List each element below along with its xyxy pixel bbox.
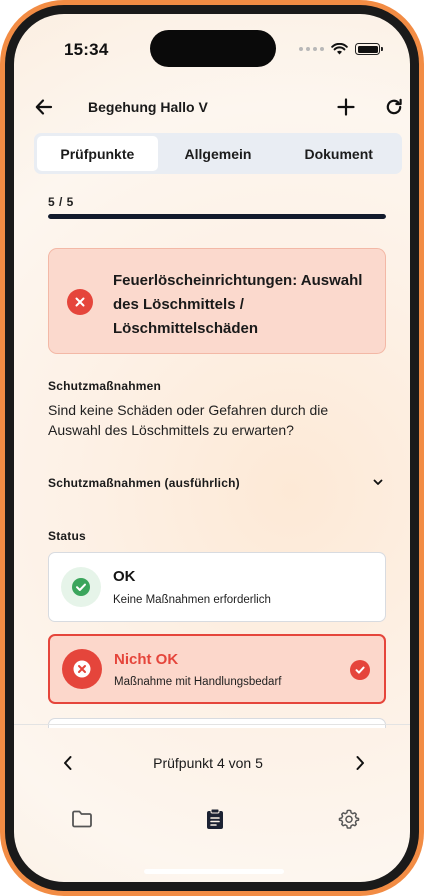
details-accordion[interactable]: Schutzmaßnahmen (ausführlich) bbox=[48, 470, 386, 496]
app-header: Begehung Hallo V bbox=[14, 89, 410, 125]
accordion-label: Schutzmaßnahmen (ausführlich) bbox=[48, 476, 240, 490]
arrow-left-icon bbox=[35, 99, 53, 115]
phone-bezel: 15:34 Begehung Hallo V Prüfpunkte Allgem… bbox=[5, 5, 419, 891]
clipboard-icon bbox=[207, 808, 223, 829]
progress-bar-fill bbox=[48, 214, 386, 219]
option-ok-description: Keine Maßnahmen erforderlich bbox=[113, 594, 271, 606]
battery-icon bbox=[355, 43, 383, 55]
selected-check-icon bbox=[350, 660, 370, 680]
tab-settings[interactable] bbox=[332, 802, 366, 836]
back-button[interactable] bbox=[28, 91, 60, 123]
folder-icon bbox=[72, 810, 92, 828]
tab-bar: Prüfpunkte Allgemein Dokument bbox=[34, 133, 402, 174]
status-time: 15:34 bbox=[64, 40, 109, 59]
tab-clipboard[interactable] bbox=[198, 802, 232, 836]
x-circle-icon bbox=[62, 649, 102, 689]
page-title: Begehung Hallo V bbox=[88, 99, 208, 115]
check-circle-icon bbox=[61, 567, 101, 607]
gear-icon bbox=[338, 809, 360, 829]
tab-allgemein[interactable]: Allgemein bbox=[158, 136, 279, 171]
wifi-icon bbox=[331, 43, 348, 55]
status-option-ok[interactable]: OK Keine Maßnahmen erforderlich bbox=[48, 552, 386, 622]
checkpoint-title: Feuerlöscheinrichtungen: Auswahl des Lös… bbox=[113, 272, 363, 337]
x-circle-icon bbox=[67, 289, 93, 315]
status-bar: 15:34 bbox=[14, 14, 410, 70]
home-indicator bbox=[144, 869, 284, 874]
signal-dots-icon bbox=[299, 47, 324, 51]
add-button[interactable] bbox=[330, 91, 362, 123]
tab-pruefpunkte[interactable]: Prüfpunkte bbox=[37, 136, 158, 171]
checkpoint-status-card: Feuerlöscheinrichtungen: Auswahl des Lös… bbox=[48, 248, 386, 354]
chevron-right-icon bbox=[356, 756, 364, 770]
tab-dokument[interactable]: Dokument bbox=[278, 136, 399, 171]
option-not-ok-description: Maßnahme mit Handlungsbedarf bbox=[114, 676, 282, 688]
progress-bar bbox=[48, 214, 386, 219]
chevron-down-icon bbox=[370, 474, 386, 490]
status-option-not-ok[interactable]: Nicht OK Maßnahme mit Handlungsbedarf bbox=[48, 634, 386, 704]
progress-counter: 5 / 5 bbox=[48, 195, 74, 209]
bottom-tab-bar bbox=[14, 802, 410, 842]
next-checkpoint-button[interactable] bbox=[344, 747, 376, 779]
dynamic-island bbox=[150, 30, 276, 67]
question-section-label: Schutzmaßnahmen bbox=[48, 379, 162, 393]
app-screen: 15:34 Begehung Hallo V Prüfpunkte Allgem… bbox=[14, 14, 410, 882]
status-icons bbox=[299, 43, 383, 55]
question-text: Sind keine Schäden oder Gefahren durch d… bbox=[48, 402, 329, 438]
refresh-button[interactable] bbox=[378, 91, 410, 123]
refresh-icon bbox=[386, 98, 402, 115]
phone-frame: 15:34 Begehung Hallo V Prüfpunkte Allgem… bbox=[0, 0, 424, 896]
option-ok-title: OK bbox=[113, 568, 136, 585]
checkpoint-pager: Prüfpunkt 4 von 5 bbox=[14, 724, 410, 780]
option-not-ok-title: Nicht OK bbox=[114, 651, 179, 668]
status-section-label: Status bbox=[48, 529, 86, 543]
tab-folder[interactable] bbox=[65, 802, 99, 836]
plus-icon bbox=[337, 98, 355, 116]
